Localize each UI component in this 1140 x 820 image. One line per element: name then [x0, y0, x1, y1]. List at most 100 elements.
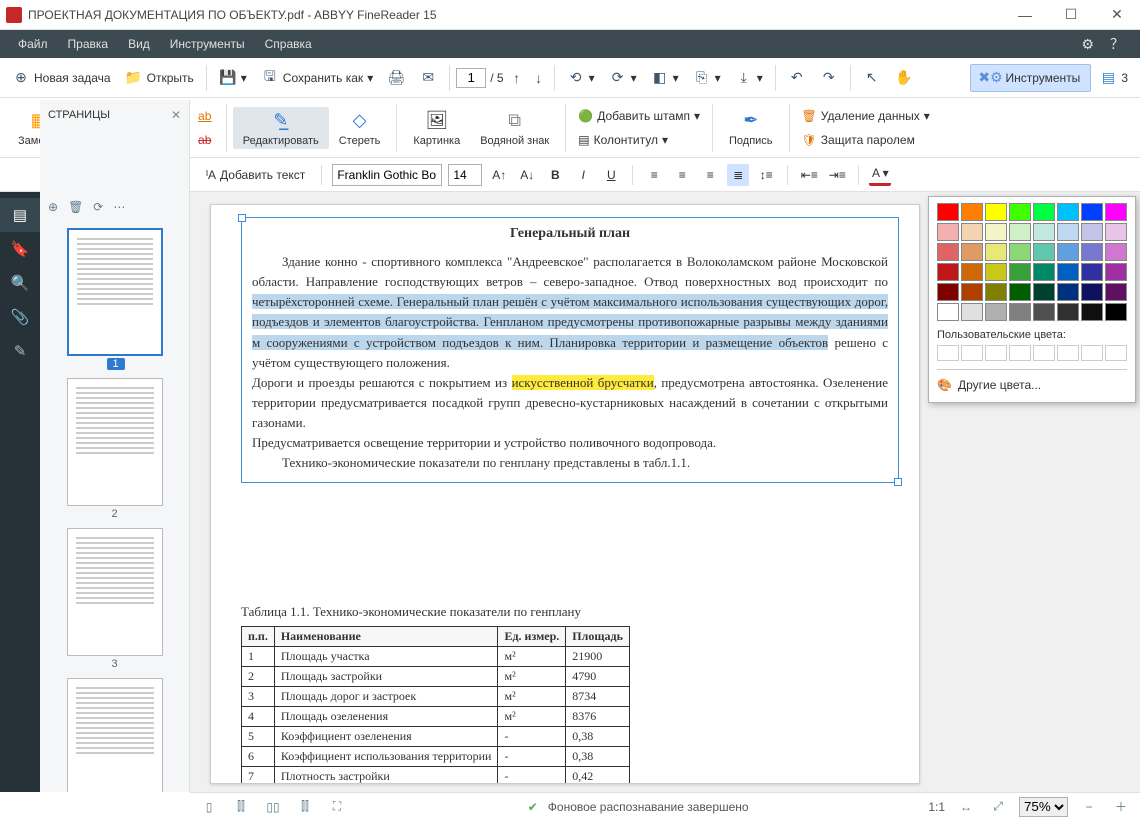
color-swatch[interactable] — [937, 283, 959, 301]
pointer-tool[interactable]: ↖ — [857, 65, 887, 91]
color-swatch[interactable] — [985, 223, 1007, 241]
add-stamp-button[interactable]: 🟢 Добавить штамп ▾ — [572, 107, 706, 125]
color-swatch[interactable] — [961, 303, 983, 321]
color-swatch[interactable] — [1009, 223, 1031, 241]
attachments-tab-icon[interactable]: 📎 — [0, 300, 40, 334]
custom-color-slot[interactable] — [1057, 345, 1079, 361]
zoom-ratio-label[interactable]: 1:1 — [928, 800, 945, 814]
color-swatch[interactable] — [1033, 303, 1055, 321]
color-swatch[interactable] — [1033, 283, 1055, 301]
line-spacing-button[interactable]: ↕≡ — [755, 164, 777, 186]
color-swatch[interactable] — [1057, 283, 1079, 301]
close-pages-panel-icon[interactable]: ✕ — [171, 108, 181, 122]
color-swatch[interactable] — [937, 203, 959, 221]
color-swatch[interactable] — [961, 223, 983, 241]
color-swatch[interactable] — [1057, 303, 1079, 321]
color-swatch[interactable] — [937, 223, 959, 241]
color-swatch[interactable] — [1105, 223, 1127, 241]
page-thumbnail[interactable]: 2 — [67, 378, 163, 520]
rotate-left-button[interactable]: ⟲▾ — [561, 65, 601, 91]
color-swatch[interactable] — [1081, 283, 1103, 301]
signatures-tab-icon[interactable]: ✎ — [0, 334, 40, 368]
open-button[interactable]: 📁 Открыть — [119, 65, 200, 91]
comments-button[interactable]: ▤ 3 — [1093, 65, 1134, 91]
color-swatch[interactable] — [1009, 303, 1031, 321]
color-swatch[interactable] — [1081, 263, 1103, 281]
color-swatch[interactable] — [1081, 243, 1103, 261]
continuous-view-icon[interactable]: ⫿⫿ — [230, 796, 252, 818]
italic-button[interactable]: I — [572, 164, 594, 186]
color-swatch[interactable] — [1057, 203, 1079, 221]
strikethrough-button[interactable]: ab — [194, 129, 216, 151]
color-swatch[interactable] — [1033, 243, 1055, 261]
custom-color-slot[interactable] — [1033, 345, 1055, 361]
crop-button[interactable]: ◧▾ — [645, 65, 685, 91]
fit-width-icon[interactable]: ↔ — [955, 796, 977, 818]
hand-tool[interactable]: ✋ — [889, 65, 919, 91]
settings-icon[interactable]: ⚙ — [1073, 36, 1102, 53]
align-justify-button[interactable]: ≣ — [727, 164, 749, 186]
font-family-select[interactable] — [332, 164, 442, 186]
increase-font-button[interactable]: A↑ — [488, 164, 510, 186]
color-swatch[interactable] — [1057, 243, 1079, 261]
color-swatch[interactable] — [1081, 223, 1103, 241]
cont-two-page-view-icon[interactable]: ⫿⫿ — [294, 796, 316, 818]
page-thumbnail[interactable]: 1 — [67, 228, 163, 370]
signature-button[interactable]: ✒ Подпись — [719, 107, 783, 149]
font-size-select[interactable] — [448, 164, 482, 186]
color-swatch[interactable] — [1105, 303, 1127, 321]
color-swatch[interactable] — [1105, 283, 1127, 301]
rotate-page-icon[interactable]: ⟳ — [93, 200, 103, 214]
align-left-button[interactable]: ≡ — [643, 164, 665, 186]
single-page-view-icon[interactable]: ▯ — [198, 796, 220, 818]
underline-button[interactable]: ab — [194, 105, 216, 127]
align-center-button[interactable]: ≡ — [671, 164, 693, 186]
color-swatch[interactable] — [961, 203, 983, 221]
color-swatch[interactable] — [1009, 243, 1031, 261]
picture-button[interactable]: 🖼 Картинка — [403, 107, 470, 149]
header-footer-button[interactable]: ▤ Колонтитул ▾ — [572, 131, 706, 149]
custom-color-slot[interactable] — [1009, 345, 1031, 361]
decrease-indent-button[interactable]: ⇤≡ — [798, 164, 820, 186]
underline-text-button[interactable]: U — [600, 164, 622, 186]
color-swatch[interactable] — [1057, 263, 1079, 281]
color-swatch[interactable] — [1033, 263, 1055, 281]
search-tab-icon[interactable]: 🔍 — [0, 266, 40, 300]
color-swatch[interactable] — [961, 263, 983, 281]
page-next-icon[interactable]: ↓ — [530, 69, 548, 87]
fit-page-icon[interactable]: ⤢ — [987, 796, 1009, 818]
watermark-button[interactable]: ⧉ Водяной знак — [470, 107, 559, 149]
undo-button[interactable]: ↶ — [782, 65, 812, 91]
more-colors-button[interactable]: 🎨 Другие цвета... — [937, 378, 1127, 392]
text-edit-frame[interactable]: Генеральный план Здание конно - спортивн… — [241, 217, 899, 483]
custom-color-slot[interactable] — [937, 345, 959, 361]
page-thumbnail[interactable]: 3 — [67, 528, 163, 670]
color-swatch[interactable] — [985, 203, 1007, 221]
close-button[interactable]: ✕ — [1094, 0, 1140, 30]
erase-button[interactable]: ◇ Стереть — [329, 107, 391, 149]
tools-toggle[interactable]: ✖⚙ Инструменты — [970, 64, 1091, 92]
color-swatch[interactable] — [1081, 203, 1103, 221]
color-swatch[interactable] — [1009, 263, 1031, 281]
two-page-view-icon[interactable]: ▯▯ — [262, 796, 284, 818]
menu-edit[interactable]: Правка — [58, 30, 119, 58]
menu-tools[interactable]: Инструменты — [160, 30, 255, 58]
add-page-icon[interactable]: ⊕ — [48, 200, 58, 214]
bookmarks-tab-icon[interactable]: 🔖 — [0, 232, 40, 266]
delete-data-button[interactable]: 🗑 Удаление данных ▾ — [796, 107, 936, 125]
add-text-button[interactable]: ᴵA Добавить текст — [200, 164, 311, 186]
color-swatch[interactable] — [985, 243, 1007, 261]
zoom-out-button[interactable]: − — [1078, 796, 1100, 818]
save-button[interactable]: 💾▾ — [213, 65, 253, 91]
more-icon[interactable]: ⋯ — [113, 200, 125, 214]
custom-color-slot[interactable] — [1105, 345, 1127, 361]
menu-file[interactable]: Файл — [8, 30, 58, 58]
increase-indent-button[interactable]: ⇥≡ — [826, 164, 848, 186]
custom-color-slot[interactable] — [961, 345, 983, 361]
page-prev-icon[interactable]: ↑ — [508, 69, 526, 87]
color-swatch[interactable] — [1033, 203, 1055, 221]
protect-button[interactable]: 🛡 Защита паролем — [796, 131, 936, 149]
print-button[interactable]: 🖨 — [381, 65, 411, 91]
color-swatch[interactable] — [985, 283, 1007, 301]
help-icon[interactable]: ？ — [1102, 34, 1132, 54]
